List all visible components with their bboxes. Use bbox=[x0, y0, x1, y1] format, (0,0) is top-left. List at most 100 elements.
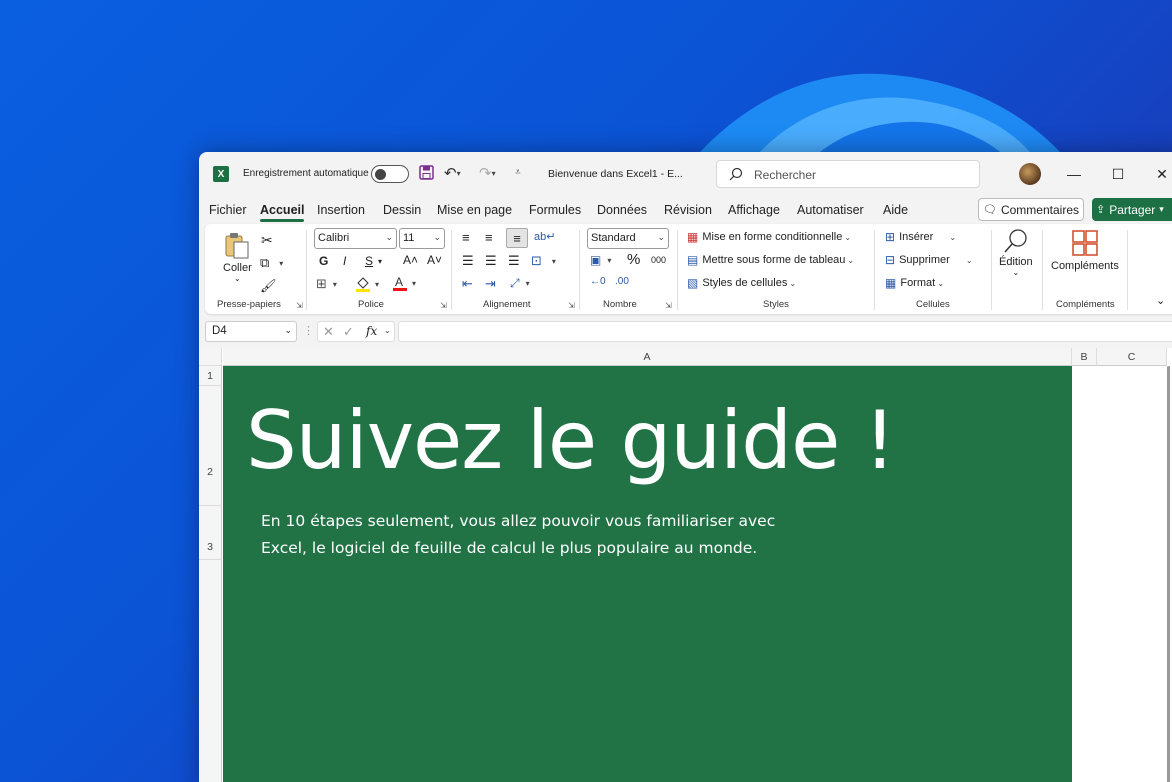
column-header-b[interactable]: B bbox=[1072, 348, 1097, 366]
tab-affichage[interactable]: Affichage bbox=[728, 203, 780, 217]
underline-button[interactable]: S bbox=[365, 254, 373, 268]
accounting-format-icon[interactable]: ▣ ▾ bbox=[590, 253, 611, 267]
dialog-launcher-icon[interactable]: ⇲ bbox=[440, 301, 447, 310]
align-top-icon[interactable]: ≡ bbox=[462, 230, 470, 245]
italic-button[interactable]: I bbox=[343, 254, 346, 268]
name-box[interactable]: D4 ⌄ bbox=[205, 321, 297, 342]
shrink-font-button[interactable]: A˅ bbox=[427, 253, 442, 267]
close-icon[interactable]: ✕ bbox=[1147, 162, 1172, 186]
align-right-icon[interactable]: ☰ bbox=[508, 253, 520, 269]
tab-formules[interactable]: Formules bbox=[529, 203, 581, 217]
toggle-knob bbox=[375, 169, 386, 180]
dialog-launcher-icon[interactable]: ⇲ bbox=[665, 301, 672, 310]
align-middle-icon[interactable]: ≡ bbox=[485, 230, 493, 245]
cut-icon[interactable]: ✂ bbox=[261, 232, 273, 249]
editing-button[interactable]: Édition ⌄ bbox=[999, 228, 1033, 277]
merge-center-icon[interactable]: ⊡ ▾ bbox=[531, 253, 556, 269]
tab-automatiser[interactable]: Automatiser bbox=[797, 203, 864, 217]
formula-bar: D4 ⌄ ⋮ ✕ ✓ fx ⌄ bbox=[199, 318, 1172, 344]
align-left-icon[interactable]: ☰ bbox=[462, 253, 474, 269]
divider bbox=[677, 230, 678, 310]
number-group-label: Nombre bbox=[603, 299, 637, 310]
cell-styles-label: Styles de cellules bbox=[702, 277, 788, 289]
font-name-select[interactable]: Calibri ⌄ bbox=[314, 228, 397, 249]
number-format-select[interactable]: Standard ⌄ bbox=[587, 228, 669, 249]
format-label: Format bbox=[900, 277, 936, 289]
increase-decimal-icon[interactable]: ←0 bbox=[590, 276, 606, 287]
thousands-separator-button[interactable]: 000 bbox=[651, 255, 666, 265]
format-painter-icon[interactable]: 🖌 bbox=[260, 278, 277, 294]
grow-font-button[interactable]: A˄ bbox=[403, 253, 418, 267]
format-as-table-button[interactable]: ▤ Mettre sous forme de tableau ⌄ bbox=[687, 253, 854, 267]
orientation-icon[interactable]: ⤢ ▾ bbox=[510, 276, 530, 291]
cancel-icon[interactable]: ✕ bbox=[323, 324, 334, 340]
paste-button[interactable]: Coller ⌄ bbox=[223, 232, 252, 283]
insert-function-button[interactable]: fx bbox=[366, 324, 377, 338]
minimize-icon[interactable]: — bbox=[1059, 162, 1089, 186]
conditional-formatting-icon: ▦ bbox=[687, 230, 699, 244]
tab-accueil[interactable]: Accueil bbox=[260, 203, 305, 222]
row-header-3[interactable]: 3 bbox=[199, 506, 222, 560]
wrap-text-icon[interactable]: ab↵ bbox=[534, 230, 555, 243]
chevron-down-icon: ⌄ bbox=[284, 325, 292, 335]
subtitle-line-2: Excel, le logiciel de feuille de calcul … bbox=[261, 539, 758, 557]
vertical-scrollbar[interactable] bbox=[1167, 366, 1170, 782]
decrease-indent-icon[interactable]: ⇤ bbox=[462, 276, 473, 292]
dialog-launcher-icon[interactable]: ⇲ bbox=[296, 301, 303, 310]
avatar[interactable] bbox=[1019, 163, 1041, 185]
maximize-icon[interactable]: ☐ bbox=[1103, 162, 1133, 186]
format-as-table-label: Mettre sous forme de tableau bbox=[702, 254, 846, 266]
chevron-down-icon: ⌄ bbox=[1012, 268, 1020, 277]
search-box[interactable]: Rechercher bbox=[716, 160, 980, 188]
select-all-button[interactable] bbox=[199, 348, 222, 366]
conditional-formatting-button[interactable]: ▦ Mise en forme conditionnelle ⌄ bbox=[687, 230, 851, 244]
formula-input[interactable] bbox=[398, 321, 1172, 342]
save-icon[interactable] bbox=[419, 165, 434, 180]
font-size-select[interactable]: 11 ⌄ bbox=[399, 228, 445, 249]
share-button[interactable]: ⇪ Partager ▾ bbox=[1092, 198, 1172, 221]
increase-indent-icon[interactable]: ⇥ bbox=[485, 276, 496, 292]
tab-dessin[interactable]: Dessin bbox=[383, 203, 421, 217]
bold-button[interactable]: G bbox=[319, 254, 328, 268]
collapse-ribbon-icon[interactable]: ⌄ bbox=[1156, 294, 1165, 307]
row-header-2[interactable]: 2 bbox=[199, 386, 222, 506]
search-placeholder: Rechercher bbox=[754, 168, 817, 182]
borders-icon[interactable]: ⊞ ▾ bbox=[316, 276, 337, 292]
chevron-down-icon[interactable]: ▾ bbox=[378, 257, 382, 266]
align-bottom-icon[interactable]: ≡ bbox=[506, 228, 528, 248]
tab-revision[interactable]: Révision bbox=[664, 203, 712, 217]
copy-icon[interactable]: ⧉ ▾ bbox=[260, 255, 283, 271]
merged-cell-a[interactable]: Suivez le guide ! En 10 étapes seulement… bbox=[223, 366, 1072, 782]
comments-button[interactable]: 🗨 Commentaires bbox=[978, 198, 1084, 221]
autosave-toggle[interactable] bbox=[371, 165, 409, 183]
row-header-blank bbox=[199, 560, 222, 782]
dialog-launcher-icon[interactable]: ⇲ bbox=[568, 301, 575, 310]
font-size-value: 11 bbox=[403, 232, 415, 244]
customize-toolbar-icon[interactable]: ⩡ bbox=[515, 167, 521, 178]
align-center-icon[interactable]: ☰ bbox=[485, 253, 497, 269]
insert-cells-button[interactable]: ⊞ Insérer ⌄ bbox=[885, 230, 956, 244]
font-name-value: Calibri bbox=[318, 232, 350, 244]
column-header-c[interactable]: C bbox=[1097, 348, 1167, 366]
redo-icon[interactable]: ↷ ▾ bbox=[479, 164, 496, 182]
tab-mise-en-page[interactable]: Mise en page bbox=[437, 203, 512, 217]
tab-aide[interactable]: Aide bbox=[883, 203, 908, 217]
cell-styles-button[interactable]: ▧ Styles de cellules ⌄ bbox=[687, 276, 796, 290]
format-cells-button[interactable]: ▦ Format ⌄ bbox=[885, 276, 944, 290]
tab-donnees[interactable]: Données bbox=[597, 203, 647, 217]
decrease-decimal-icon[interactable]: .00 bbox=[615, 276, 629, 287]
delete-cells-button[interactable]: ⊟ Supprimer ⌄ bbox=[885, 253, 973, 267]
column-header-a[interactable]: A bbox=[223, 348, 1072, 366]
tab-insertion[interactable]: Insertion bbox=[317, 203, 365, 217]
undo-icon[interactable]: ↶ ▾ bbox=[444, 164, 461, 182]
divider bbox=[579, 230, 580, 310]
tab-fichier[interactable]: Fichier bbox=[209, 203, 247, 217]
enter-icon[interactable]: ✓ bbox=[343, 324, 354, 340]
divider bbox=[1042, 230, 1043, 310]
fill-color-icon[interactable]: ▾ bbox=[355, 275, 379, 293]
font-color-icon[interactable]: A ▾ bbox=[392, 274, 416, 292]
chevron-down-icon: ⌄ bbox=[234, 274, 241, 283]
addins-button[interactable]: Compléments bbox=[1051, 230, 1119, 272]
row-header-1[interactable]: 1 bbox=[199, 366, 222, 386]
percent-button[interactable]: % bbox=[627, 251, 640, 268]
